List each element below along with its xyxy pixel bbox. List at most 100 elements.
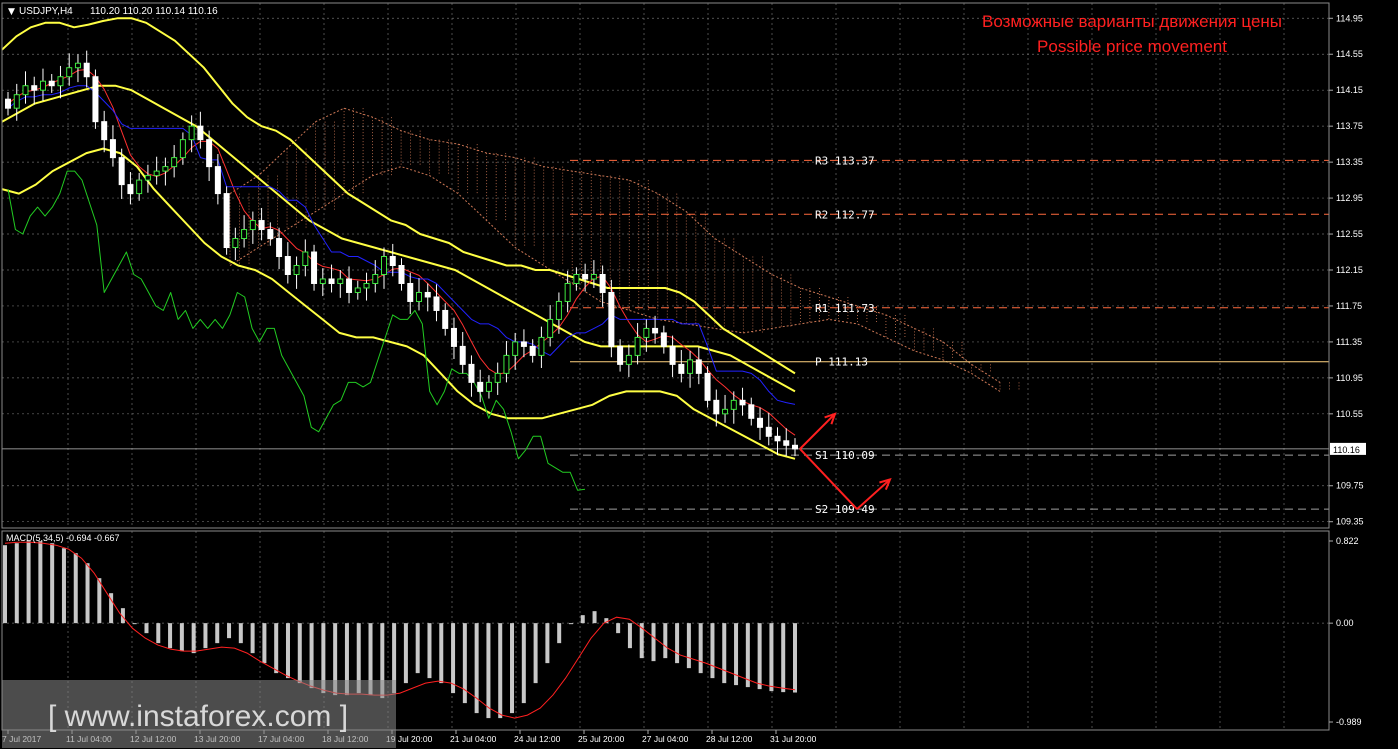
candle-bear bbox=[206, 139, 213, 168]
candle-bear bbox=[109, 139, 116, 159]
candle-bear bbox=[468, 363, 475, 383]
symbol-label: USDJPY,H4 bbox=[19, 6, 73, 17]
candle-bear bbox=[713, 399, 720, 415]
watermark-text: [ www.instaforex.com ] bbox=[48, 700, 348, 733]
y-tick-label: 112.55 bbox=[1336, 229, 1363, 239]
candle-bull bbox=[634, 336, 641, 356]
macd-bar bbox=[686, 623, 691, 669]
macd-bar bbox=[156, 623, 161, 644]
annotation-ru: Возможные варианты движения цены bbox=[982, 12, 1282, 31]
current-price-label: 110.16 bbox=[1333, 445, 1360, 455]
macd-bar bbox=[168, 623, 173, 649]
candle-bull bbox=[144, 175, 151, 181]
candle-bear bbox=[774, 435, 781, 442]
macd-bar bbox=[238, 623, 243, 644]
candle-bear bbox=[118, 157, 125, 186]
macd-bar bbox=[722, 623, 727, 684]
macd-bar bbox=[427, 623, 432, 679]
candle-bull bbox=[179, 139, 186, 159]
candle-bull bbox=[564, 282, 571, 302]
candle-bear bbox=[669, 345, 676, 365]
candle-bear bbox=[223, 193, 230, 249]
candle-bear bbox=[267, 229, 274, 240]
pivot-label-r1: R1 111.73 bbox=[815, 302, 875, 315]
candle-bull bbox=[57, 76, 64, 87]
macd-bar bbox=[698, 623, 703, 674]
macd-bar bbox=[439, 623, 444, 684]
macd-bar bbox=[710, 623, 715, 679]
macd-bar bbox=[627, 623, 632, 649]
macd-bar bbox=[191, 623, 196, 654]
candle-bull bbox=[302, 251, 309, 266]
candle-bear bbox=[92, 76, 99, 123]
y-tick-label: 114.55 bbox=[1336, 49, 1363, 59]
candle-bear bbox=[258, 220, 265, 231]
candle-bull bbox=[555, 300, 562, 320]
candle-bear bbox=[214, 166, 221, 195]
macd-bar bbox=[616, 623, 621, 634]
macd-bar bbox=[50, 543, 55, 624]
macd-bar bbox=[132, 623, 137, 625]
candle-bull bbox=[730, 399, 737, 410]
macd-bar bbox=[415, 623, 420, 674]
ohlc-readout: 110.20 110.20 110.14 110.16 bbox=[90, 6, 218, 17]
candle-bear bbox=[608, 291, 615, 347]
pivot-label-s2: S2 109.49 bbox=[815, 503, 875, 516]
macd-bar bbox=[179, 623, 184, 652]
candle-bear bbox=[792, 444, 798, 450]
price-chart[interactable]: R3 113.37 R2 112.77 R1 111.73 P 111.13 S1 11… bbox=[0, 0, 1398, 749]
macd-bar bbox=[498, 623, 503, 719]
y-tick-label: 110.55 bbox=[1336, 409, 1363, 419]
annotation-en: Possible price movement bbox=[1037, 37, 1227, 56]
y-tick-label: 110.95 bbox=[1336, 373, 1363, 383]
candle-bear bbox=[442, 309, 449, 329]
macd-bar bbox=[3, 545, 7, 624]
candle-bull bbox=[66, 67, 73, 78]
candle-bear bbox=[31, 85, 38, 91]
candle-bear bbox=[407, 282, 414, 302]
candle-bear bbox=[328, 278, 335, 284]
macd-bar bbox=[61, 548, 66, 624]
candle-bear bbox=[660, 332, 667, 347]
macd-bar bbox=[568, 623, 573, 625]
candle-bull bbox=[625, 354, 632, 365]
candle-bear bbox=[748, 404, 755, 419]
y-tick-label: 109.75 bbox=[1336, 481, 1364, 491]
candle-bear bbox=[695, 359, 702, 374]
candle-bear bbox=[739, 399, 746, 406]
candle-bull bbox=[39, 80, 46, 91]
macd-y-tick-label: -0.989 bbox=[1336, 717, 1362, 727]
menu-triangle-icon[interactable]: ▼ bbox=[8, 7, 15, 17]
candle-bull bbox=[249, 220, 256, 231]
candle-bull bbox=[485, 381, 492, 392]
macd-bar bbox=[403, 623, 408, 684]
x-tick-label: 31 Jul 20:00 bbox=[770, 734, 817, 744]
macd-bar bbox=[545, 623, 550, 664]
candle-bull bbox=[503, 354, 510, 374]
candle-bull bbox=[13, 94, 20, 109]
candle-bull bbox=[381, 256, 388, 275]
macd-y-tick-label: 0.00 bbox=[1336, 618, 1354, 628]
macd-bar bbox=[203, 623, 208, 649]
macd-bar bbox=[262, 623, 267, 664]
candle-bear bbox=[783, 440, 790, 446]
candle-bear bbox=[311, 251, 318, 284]
candle-bear bbox=[398, 265, 405, 284]
macd-bar bbox=[521, 623, 526, 704]
macd-bar bbox=[309, 623, 314, 689]
macd-bar bbox=[227, 623, 232, 639]
candle-bull bbox=[512, 341, 519, 356]
candle-bull bbox=[722, 408, 729, 415]
macd-bar bbox=[675, 623, 680, 664]
candle-bull bbox=[293, 265, 300, 275]
x-tick-label: 27 Jul 04:00 bbox=[642, 734, 689, 744]
macd-bar bbox=[285, 623, 290, 679]
macd-bar bbox=[793, 623, 797, 693]
candle-bear bbox=[424, 291, 431, 298]
macd-bar bbox=[26, 541, 31, 624]
candle-bear bbox=[529, 345, 536, 356]
macd-bar bbox=[38, 541, 43, 624]
candle-bull bbox=[354, 287, 361, 293]
y-tick-label: 114.95 bbox=[1336, 13, 1363, 23]
macd-bar bbox=[663, 623, 668, 659]
